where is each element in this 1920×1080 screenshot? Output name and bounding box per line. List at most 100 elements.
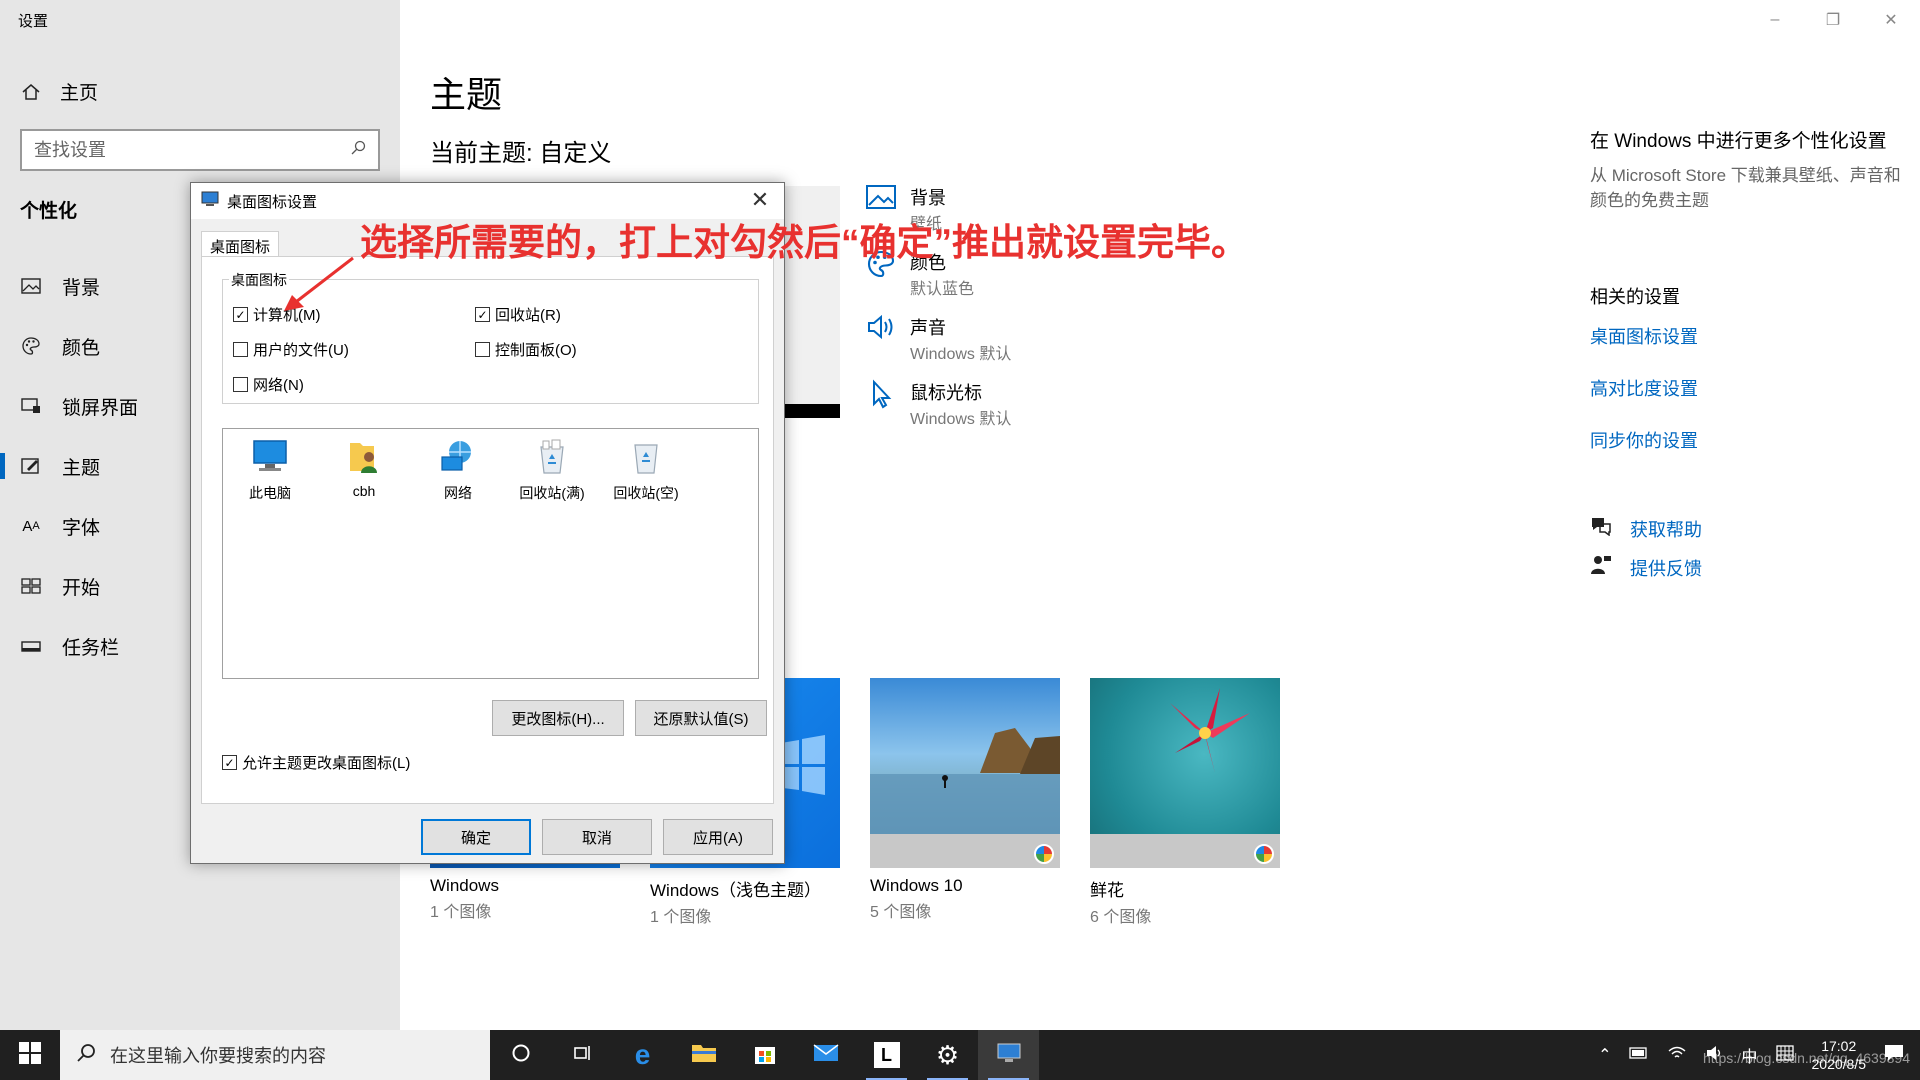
prop-cursor[interactable]: 鼠标光标 Windows 默认 xyxy=(866,379,1011,444)
related-settings-title: 相关的设置 xyxy=(1590,287,1680,307)
theme-name: Windows 10 xyxy=(870,876,963,895)
monitor-app-icon xyxy=(201,191,219,211)
section-title: 个性化 xyxy=(20,201,78,222)
taskbar-settings[interactable]: ⚙ xyxy=(917,1030,978,1080)
palette-icon xyxy=(20,335,42,357)
taskbar: 在这里输入你要搜索的内容 e L ⚙ ⌃ 中 17:02 2020/8/5 ht… xyxy=(0,1030,1920,1080)
checkbox-label: 网络(N) xyxy=(253,377,304,394)
nav-home-label: 主页 xyxy=(60,83,99,104)
task-view-button[interactable] xyxy=(551,1030,612,1080)
link-sync-settings[interactable]: 同步你的设置 xyxy=(1590,427,1910,453)
icon-label: 网络 xyxy=(444,485,472,501)
settings-search[interactable] xyxy=(20,129,380,171)
picture-icon xyxy=(866,184,896,215)
sidebar-item-label: 任务栏 xyxy=(62,637,120,659)
close-button[interactable]: ✕ xyxy=(1862,0,1920,40)
checkbox-box[interactable] xyxy=(475,342,490,357)
theme-card-windows10[interactable]: Windows 10 5 个图像 xyxy=(870,678,1060,927)
cancel-button[interactable]: 取消 xyxy=(542,819,652,855)
start-button[interactable] xyxy=(0,1030,60,1080)
taskbar-search-placeholder: 在这里输入你要搜索的内容 xyxy=(110,1046,326,1066)
nav-home[interactable]: 主页 xyxy=(20,78,98,105)
give-feedback[interactable]: 提供反馈 xyxy=(1590,548,1910,587)
theme-card-bar xyxy=(870,834,1060,868)
prop-title: 鼠标光标 xyxy=(910,383,982,403)
checkbox-network[interactable]: 网络(N) xyxy=(233,374,304,395)
taskbar-explorer[interactable] xyxy=(673,1030,734,1080)
checkbox-box[interactable] xyxy=(233,342,248,357)
annotation-text: 选择所需要的，打上对勾然后“确定”推出就设置完毕。 xyxy=(360,222,1248,263)
taskbar-mail[interactable] xyxy=(795,1030,856,1080)
checkbox-recycle-bin[interactable]: ✓ 回收站(R) xyxy=(475,304,561,325)
feedback-icon xyxy=(1590,554,1612,581)
search-input[interactable] xyxy=(34,139,350,161)
checkbox-user-files[interactable]: 用户的文件(U) xyxy=(233,339,349,360)
right-panel: 在 Windows 中进行更多个性化设置 从 Microsoft Store 下… xyxy=(1590,126,1910,587)
theme-count: 1 个图像 xyxy=(650,909,712,926)
sidebar-item-label: 开始 xyxy=(62,577,101,599)
task-view-icon xyxy=(571,1043,593,1068)
icon-user-folder[interactable]: cbh xyxy=(319,437,409,499)
checkbox-box[interactable] xyxy=(233,377,248,392)
theme-name: Windows（浅色主题） xyxy=(650,881,821,900)
cortana-icon xyxy=(511,1043,531,1068)
mail-icon xyxy=(813,1043,839,1068)
ok-button[interactable]: 确定 xyxy=(421,819,531,855)
link-desktop-icon-settings[interactable]: 桌面图标设置 xyxy=(1590,323,1910,349)
prop-subtitle: Windows 默认 xyxy=(910,346,1012,363)
minimize-button[interactable]: – xyxy=(1746,0,1804,40)
cursor-icon xyxy=(866,379,896,414)
icon-recycle-full[interactable]: 回收站(满) xyxy=(507,437,597,503)
icon-label: 回收站(满) xyxy=(519,485,585,501)
cortana-button[interactable] xyxy=(490,1030,551,1080)
theme-name: Windows xyxy=(430,876,499,895)
prop-sound[interactable]: 声音 Windows 默认 xyxy=(866,314,1011,379)
theme-count: 6 个图像 xyxy=(1090,909,1152,926)
search-icon[interactable] xyxy=(350,140,366,161)
checkbox-label: 控制面板(O) xyxy=(495,342,577,359)
store-icon xyxy=(753,1041,777,1070)
theme-card-flowers[interactable]: 鲜花 6 个图像 xyxy=(1090,678,1280,927)
recycle-bin-empty-icon xyxy=(626,437,666,477)
home-icon xyxy=(20,81,42,103)
icon-this-pc[interactable]: 此电脑 xyxy=(225,437,315,503)
picture-icon xyxy=(20,275,42,297)
icon-label: 此电脑 xyxy=(249,485,291,501)
restore-default-button[interactable]: 还原默认值(S) xyxy=(635,700,767,736)
theme-count: 5 个图像 xyxy=(870,904,932,921)
search-icon xyxy=(76,1043,96,1068)
taskbar-desktop-icon-settings[interactable] xyxy=(978,1030,1039,1080)
icon-label: 回收站(空) xyxy=(613,485,679,501)
change-icon-button[interactable]: 更改图标(H)... xyxy=(492,700,624,736)
taskbar-search[interactable]: 在这里输入你要搜索的内容 xyxy=(60,1030,490,1080)
link-high-contrast[interactable]: 高对比度设置 xyxy=(1590,375,1910,401)
chevron-up-icon[interactable]: ⌃ xyxy=(1598,1045,1611,1065)
taskbar-store[interactable] xyxy=(734,1030,795,1080)
checkbox-box[interactable]: ✓ xyxy=(233,307,248,322)
checkbox-box[interactable]: ✓ xyxy=(475,307,490,322)
taskbar-edge[interactable]: e xyxy=(612,1030,673,1080)
taskbar-app-l[interactable]: L xyxy=(856,1030,917,1080)
watermark: https://blog.csdn.net/qq_4639894 xyxy=(1702,1050,1910,1066)
checkbox-control-panel[interactable]: 控制面板(O) xyxy=(475,339,577,360)
theme-thumbnail xyxy=(1090,678,1280,868)
start-menu-icon xyxy=(20,575,42,597)
dialog-title: 桌面图标设置 xyxy=(227,193,318,211)
checkbox-allow-themes[interactable]: ✓ 允许主题更改桌面图标(L) xyxy=(222,752,410,773)
brush-icon xyxy=(20,455,42,477)
checkbox-box[interactable]: ✓ xyxy=(222,755,237,770)
gear-icon: ⚙ xyxy=(935,1039,960,1070)
theme-card-bar xyxy=(1090,834,1280,868)
get-help[interactable]: 获取帮助 xyxy=(1590,509,1910,548)
battery-icon[interactable] xyxy=(1629,1046,1649,1064)
wifi-icon[interactable] xyxy=(1667,1045,1687,1066)
folder-icon xyxy=(691,1042,717,1069)
restore-button[interactable]: ❐ xyxy=(1804,0,1862,40)
apply-button[interactable]: 应用(A) xyxy=(663,819,773,855)
icon-network[interactable]: 网络 xyxy=(413,437,503,503)
checkbox-label: 允许主题更改桌面图标(L) xyxy=(242,755,411,772)
annotation-arrow-icon xyxy=(284,256,354,311)
taskbar-icon xyxy=(20,635,42,657)
dialog-close-button[interactable]: ✕ xyxy=(746,187,774,213)
icon-recycle-empty[interactable]: 回收站(空) xyxy=(601,437,691,503)
